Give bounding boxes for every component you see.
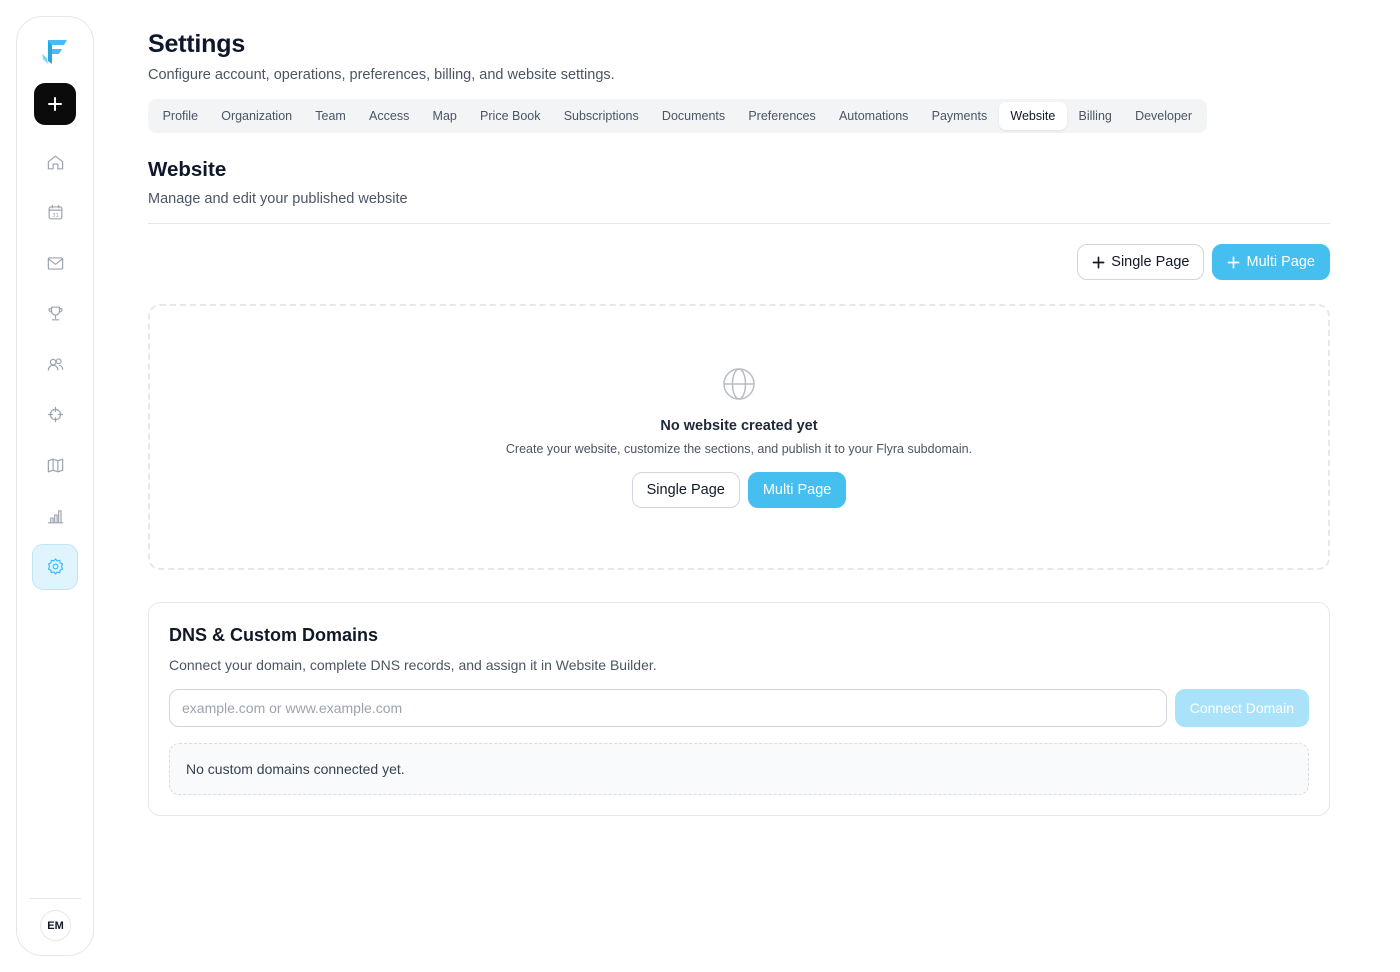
tab-team[interactable]: Team	[304, 102, 358, 130]
sidebar-item-target[interactable]	[32, 392, 78, 438]
tab-billing[interactable]: Billing	[1067, 102, 1124, 130]
sidebar-item-reports[interactable]	[32, 493, 78, 539]
domain-input[interactable]	[169, 689, 1167, 727]
page-title: Settings	[148, 30, 246, 58]
calendar-icon: 31	[48, 204, 62, 220]
settings-main: Settings Configure account, operations, …	[148, 30, 1330, 816]
globe-icon	[722, 367, 756, 406]
settings-icon	[47, 558, 63, 575]
tab-payments[interactable]: Payments	[920, 102, 999, 130]
create-single-page-button[interactable]: Single Page	[631, 471, 740, 508]
sidebar-item-home[interactable]	[32, 139, 78, 185]
tab-website[interactable]: Website	[998, 102, 1067, 130]
tab-subscriptions[interactable]: Subscriptions	[552, 102, 650, 130]
sidebar-item-users[interactable]	[32, 341, 78, 387]
map-icon	[47, 458, 63, 473]
sidebar-divider	[29, 898, 81, 899]
trophy-icon	[47, 306, 63, 321]
mail-icon	[47, 257, 63, 270]
home-icon	[47, 155, 63, 169]
create-new-button[interactable]	[34, 83, 76, 125]
add-multi-page-label: Multi Page	[1246, 254, 1315, 270]
website-empty-state: No website created yet Create your websi…	[148, 304, 1330, 570]
sidebar-item-settings[interactable]	[32, 543, 78, 590]
flyra-logo-icon[interactable]	[40, 37, 70, 67]
sidebar: 31 EM	[16, 16, 94, 956]
sidebar-item-calendar[interactable]: 31	[32, 190, 78, 236]
dns-subtitle: Connect your domain, complete DNS record…	[169, 657, 657, 673]
plus-icon	[48, 97, 62, 111]
sidebar-item-map[interactable]	[32, 443, 78, 489]
tab-map[interactable]: Map	[421, 102, 469, 130]
tab-price-book[interactable]: Price Book	[468, 102, 552, 130]
plus-icon	[1228, 256, 1240, 268]
add-multi-page-button[interactable]: Multi Page	[1212, 244, 1330, 280]
divider	[148, 223, 1330, 224]
create-multi-page-button[interactable]: Multi Page	[747, 471, 847, 508]
bar-chart-icon	[47, 510, 63, 524]
dns-input-row: Connect Domain	[169, 689, 1309, 727]
sidebar-item-mail[interactable]	[32, 240, 78, 286]
settings-tabs: Profile Organization Team Access Map Pri…	[148, 99, 1207, 133]
add-single-page-label: Single Page	[1111, 254, 1190, 270]
crosshair-icon	[47, 407, 63, 423]
empty-state-actions: Single Page Multi Page	[631, 471, 847, 508]
tab-documents[interactable]: Documents	[650, 102, 736, 130]
avatar[interactable]: EM	[40, 910, 71, 941]
svg-text:31: 31	[52, 213, 59, 219]
section-subtitle: Manage and edit your published website	[148, 191, 408, 207]
tab-access[interactable]: Access	[357, 102, 420, 130]
plus-icon	[1092, 256, 1105, 268]
sidebar-item-trophy[interactable]	[32, 291, 78, 337]
users-icon	[47, 358, 63, 371]
sidebar-nav: 31	[32, 139, 78, 594]
tab-organization[interactable]: Organization	[210, 102, 304, 130]
website-actions: Single Page Multi Page	[148, 244, 1330, 280]
empty-state-title: No website created yet	[660, 417, 818, 434]
connect-domain-button[interactable]: Connect Domain	[1174, 689, 1309, 727]
section-title: Website	[148, 158, 227, 181]
page-subtitle: Configure account, operations, preferenc…	[148, 67, 615, 83]
custom-domains-empty: No custom domains connected yet.	[169, 743, 1309, 795]
dns-title: DNS & Custom Domains	[169, 625, 379, 645]
tab-preferences[interactable]: Preferences	[737, 102, 828, 130]
empty-state-subtitle: Create your website, customize the secti…	[505, 441, 973, 456]
tab-automations[interactable]: Automations	[827, 102, 920, 130]
dns-custom-domains-card: DNS & Custom Domains Connect your domain…	[148, 602, 1330, 816]
tab-profile[interactable]: Profile	[151, 102, 210, 130]
tab-developer[interactable]: Developer	[1123, 102, 1203, 130]
add-single-page-button[interactable]: Single Page	[1077, 244, 1205, 280]
